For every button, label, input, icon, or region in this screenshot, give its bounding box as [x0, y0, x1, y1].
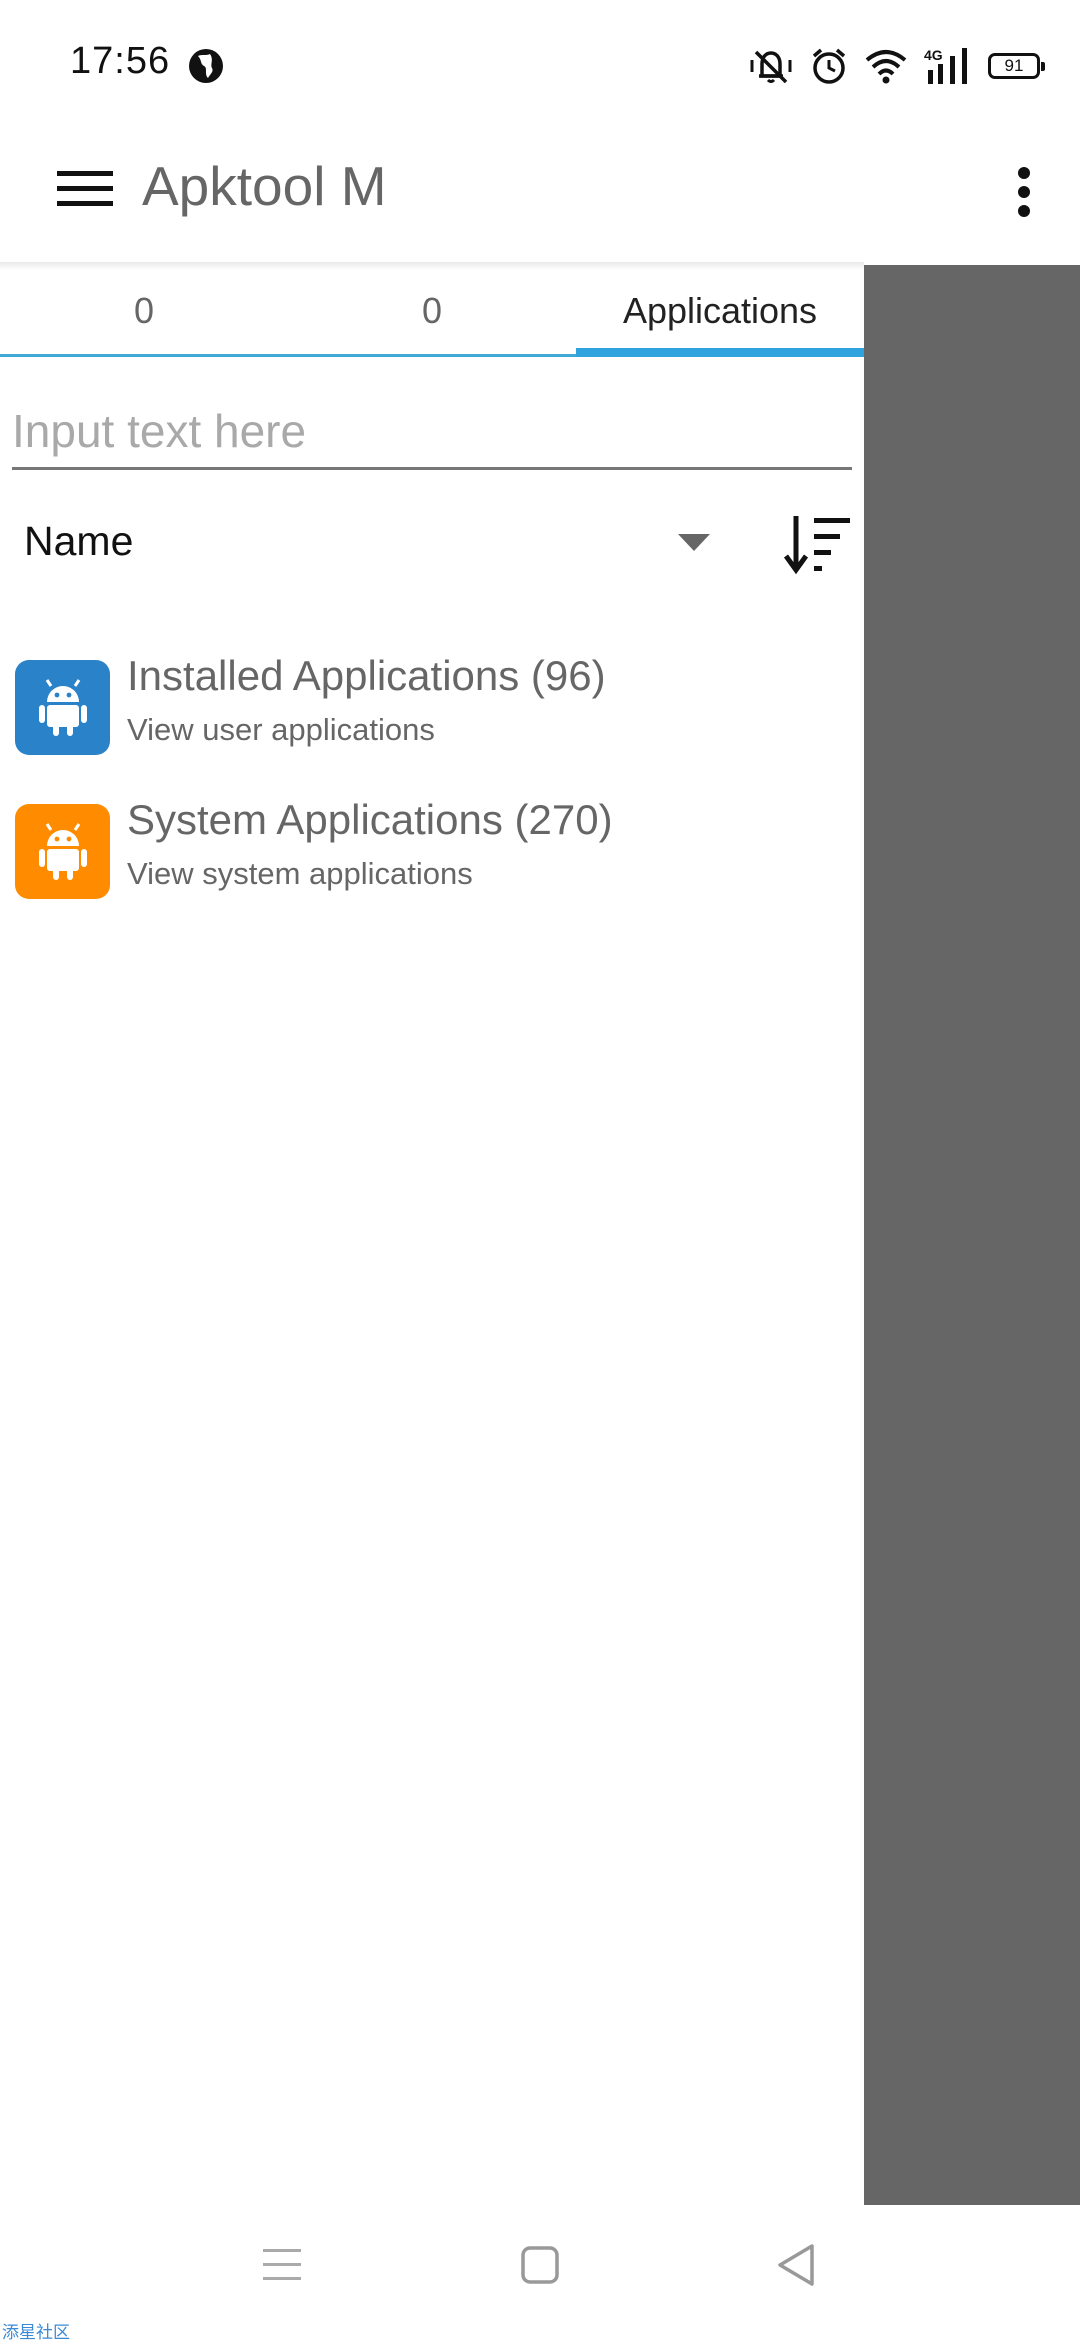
main-panel: 0 0 Applications Name	[0, 265, 864, 2205]
android-icon	[15, 660, 110, 755]
tab-indicator	[576, 348, 864, 357]
item-title: Installed Applications (96)	[127, 652, 606, 699]
sort-order-icon[interactable]	[782, 510, 854, 576]
status-time: 17:56	[70, 40, 171, 82]
more-vert-icon	[1018, 167, 1030, 217]
item-subtitle: View user applications	[127, 712, 435, 747]
vibrate-icon	[750, 50, 792, 84]
android-icon	[15, 804, 110, 899]
search-input[interactable]	[12, 395, 852, 470]
status-icons: 4G 91	[748, 44, 1045, 88]
svg-text:4G: 4G	[924, 47, 943, 63]
back-button[interactable]	[756, 2225, 836, 2305]
globe-icon	[189, 49, 223, 83]
menu-button[interactable]	[52, 156, 118, 222]
sort-field-select[interactable]: Name	[24, 518, 133, 565]
menu-icon	[57, 171, 113, 206]
drawer-scrim[interactable]	[864, 265, 1080, 2205]
watermark: 添星社区	[2, 2323, 70, 2342]
wifi-icon	[865, 50, 907, 84]
tab-bar: 0 0 Applications	[0, 265, 864, 357]
item-title: System Applications (270)	[127, 796, 613, 843]
back-icon	[778, 2244, 814, 2286]
tab-second[interactable]: 0	[288, 265, 576, 357]
item-subtitle: View system applications	[127, 856, 473, 891]
recents-button[interactable]	[242, 2225, 322, 2305]
recents-icon	[263, 2249, 301, 2280]
signal-icon: 4G	[924, 47, 967, 84]
sort-row: Name	[0, 510, 864, 580]
tab-applications[interactable]: Applications	[576, 265, 864, 357]
home-button[interactable]	[500, 2225, 580, 2305]
app-bar: Apktool M	[0, 130, 1080, 265]
battery-level: 91	[1004, 56, 1024, 75]
list-item-system[interactable]: System Applications (270) View system ap…	[0, 796, 864, 916]
app-title: Apktool M	[142, 155, 387, 217]
list-item-installed[interactable]: Installed Applications (96) View user ap…	[0, 652, 864, 772]
home-icon	[521, 2246, 559, 2284]
battery-icon: 91	[988, 53, 1045, 79]
alarm-icon	[812, 48, 846, 84]
app-bar-shadow	[0, 262, 864, 270]
system-nav-bar	[0, 2205, 1080, 2340]
status-bar: 17:56 4G 91	[0, 0, 1080, 130]
dropdown-caret-icon[interactable]	[678, 534, 710, 551]
more-options-button[interactable]	[992, 150, 1056, 234]
tab-first[interactable]: 0	[0, 265, 288, 357]
